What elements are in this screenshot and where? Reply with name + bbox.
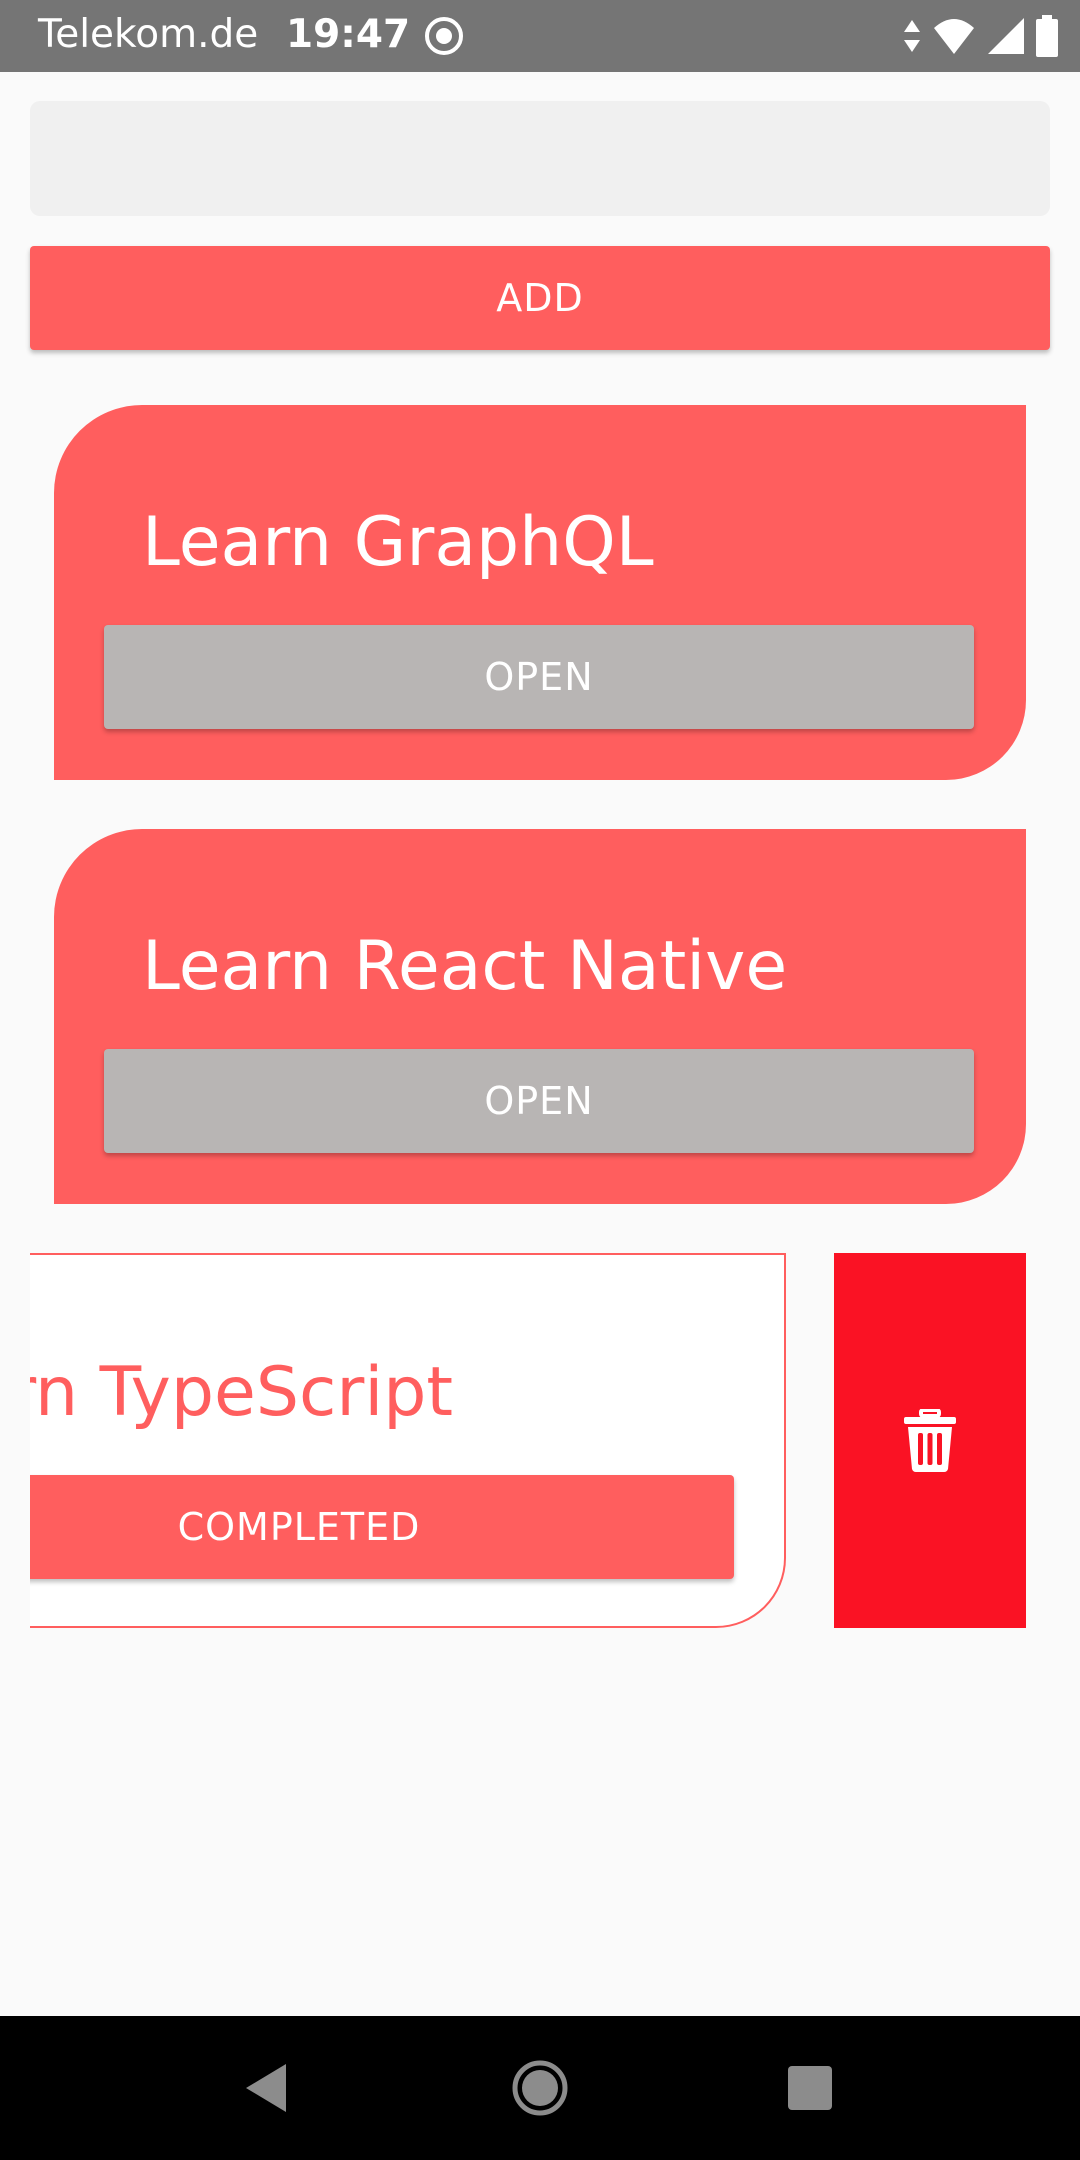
wifi-icon (934, 19, 974, 54)
carrier-name: Telekom.de (38, 12, 259, 57)
add-button-label: ADD (496, 276, 584, 320)
delete-button[interactable] (834, 1253, 1026, 1628)
todo-title: Learn TypeScript (30, 1353, 454, 1432)
todo-status-label: COMPLETED (177, 1505, 421, 1549)
back-icon[interactable] (240, 2058, 300, 2118)
status-icons (902, 14, 1058, 58)
home-icon[interactable] (510, 2058, 570, 2118)
todo-title: Learn React Native (142, 927, 788, 1006)
todo-status-button[interactable]: OPEN (104, 1049, 974, 1153)
add-button[interactable]: ADD (30, 246, 1050, 350)
status-bar: Telekom.de 19:47 (0, 0, 1080, 72)
sync-icon (425, 17, 463, 55)
data-arrows-icon (904, 20, 920, 52)
todo-input[interactable] (30, 101, 1050, 216)
todo-status-button[interactable]: OPEN (104, 625, 974, 729)
cellular-signal-icon (988, 18, 1024, 54)
todo-status-label: OPEN (484, 655, 594, 699)
todo-card-swiped[interactable]: Learn TypeScript COMPLETED (30, 1253, 786, 1628)
todo-card[interactable]: Learn React Native OPEN (54, 829, 1026, 1204)
todo-status-label: OPEN (484, 1079, 594, 1123)
system-navigation-bar (0, 2016, 1080, 2160)
battery-icon (1036, 15, 1058, 57)
trash-icon (904, 1408, 956, 1472)
recents-icon[interactable] (780, 2058, 840, 2118)
todo-title: Learn GraphQL (142, 503, 654, 582)
todo-status-button[interactable]: COMPLETED (30, 1475, 734, 1579)
todo-card[interactable]: Learn GraphQL OPEN (54, 405, 1026, 780)
clock: 19:47 (286, 12, 411, 57)
